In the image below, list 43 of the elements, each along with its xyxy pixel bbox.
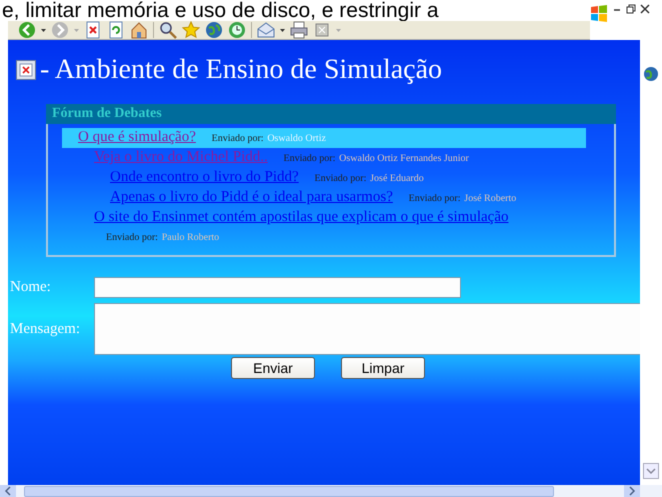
post-link[interactable]: Veja o livro do Michel Pidd.. <box>94 149 268 165</box>
author-name: Paulo Roberto <box>162 232 220 243</box>
mail-icon[interactable] <box>257 21 275 39</box>
page-title: - Ambiente de Ensino de Simulação <box>40 54 442 86</box>
scroll-right-icon[interactable] <box>624 485 640 497</box>
posted-by-label: Enviado por: <box>106 232 158 243</box>
message-field[interactable] <box>94 303 640 355</box>
form-button[interactable]: Limpar <box>341 357 425 379</box>
author-name: Oswaldo Ortiz <box>267 133 326 144</box>
author-name: José Roberto <box>464 193 516 204</box>
posted-by-label: Enviado por: <box>212 133 264 144</box>
back-icon[interactable] <box>18 21 36 39</box>
posted-by-label: Enviado por: <box>283 153 336 164</box>
field-label: Nome: <box>9 279 52 296</box>
close-icon[interactable] <box>640 4 650 14</box>
broken-image-icon <box>16 60 36 80</box>
name-field[interactable] <box>94 277 461 298</box>
forum-header: Fórum de Debates <box>46 104 616 124</box>
refresh-icon[interactable] <box>107 21 125 39</box>
windows-logo-icon <box>590 4 608 23</box>
cut-off-text: e, limitar memória e uso de disco, e restringir a <box>1 0 440 21</box>
history-icon[interactable] <box>228 21 246 39</box>
field-label: Mensagem: <box>9 320 81 338</box>
stop-icon[interactable] <box>84 21 102 39</box>
star-icon[interactable] <box>182 21 200 39</box>
globe-icon <box>643 66 659 82</box>
post-link[interactable]: Onde encontro o livro do Pidd? <box>110 169 299 185</box>
posted-by-label: Enviado por: <box>408 193 461 204</box>
printer-icon[interactable] <box>290 21 308 39</box>
post-link[interactable]: O site do Ensinmet contém apostilas que explicam o que é simulação <box>94 209 508 225</box>
restore-icon[interactable] <box>626 4 636 14</box>
posted-by-label: Enviado por: <box>314 173 366 184</box>
home-icon[interactable] <box>130 21 148 39</box>
post-link[interactable]: Apenas o livro do Pidd é o ideal para usarmos? <box>110 189 393 205</box>
form-button[interactable]: Enviar <box>231 357 315 379</box>
author-name: José Eduardo <box>370 173 424 184</box>
author-name: Oswaldo Ortiz Fernandes Junior <box>339 153 469 164</box>
scroll-down-icon[interactable] <box>643 463 659 479</box>
scrollbar-thumb[interactable] <box>24 486 554 496</box>
scroll-left-icon[interactable] <box>0 485 16 497</box>
search-icon[interactable] <box>159 21 177 39</box>
globe-icon[interactable] <box>205 21 223 39</box>
post-link[interactable]: O que é simulação? <box>78 129 196 145</box>
